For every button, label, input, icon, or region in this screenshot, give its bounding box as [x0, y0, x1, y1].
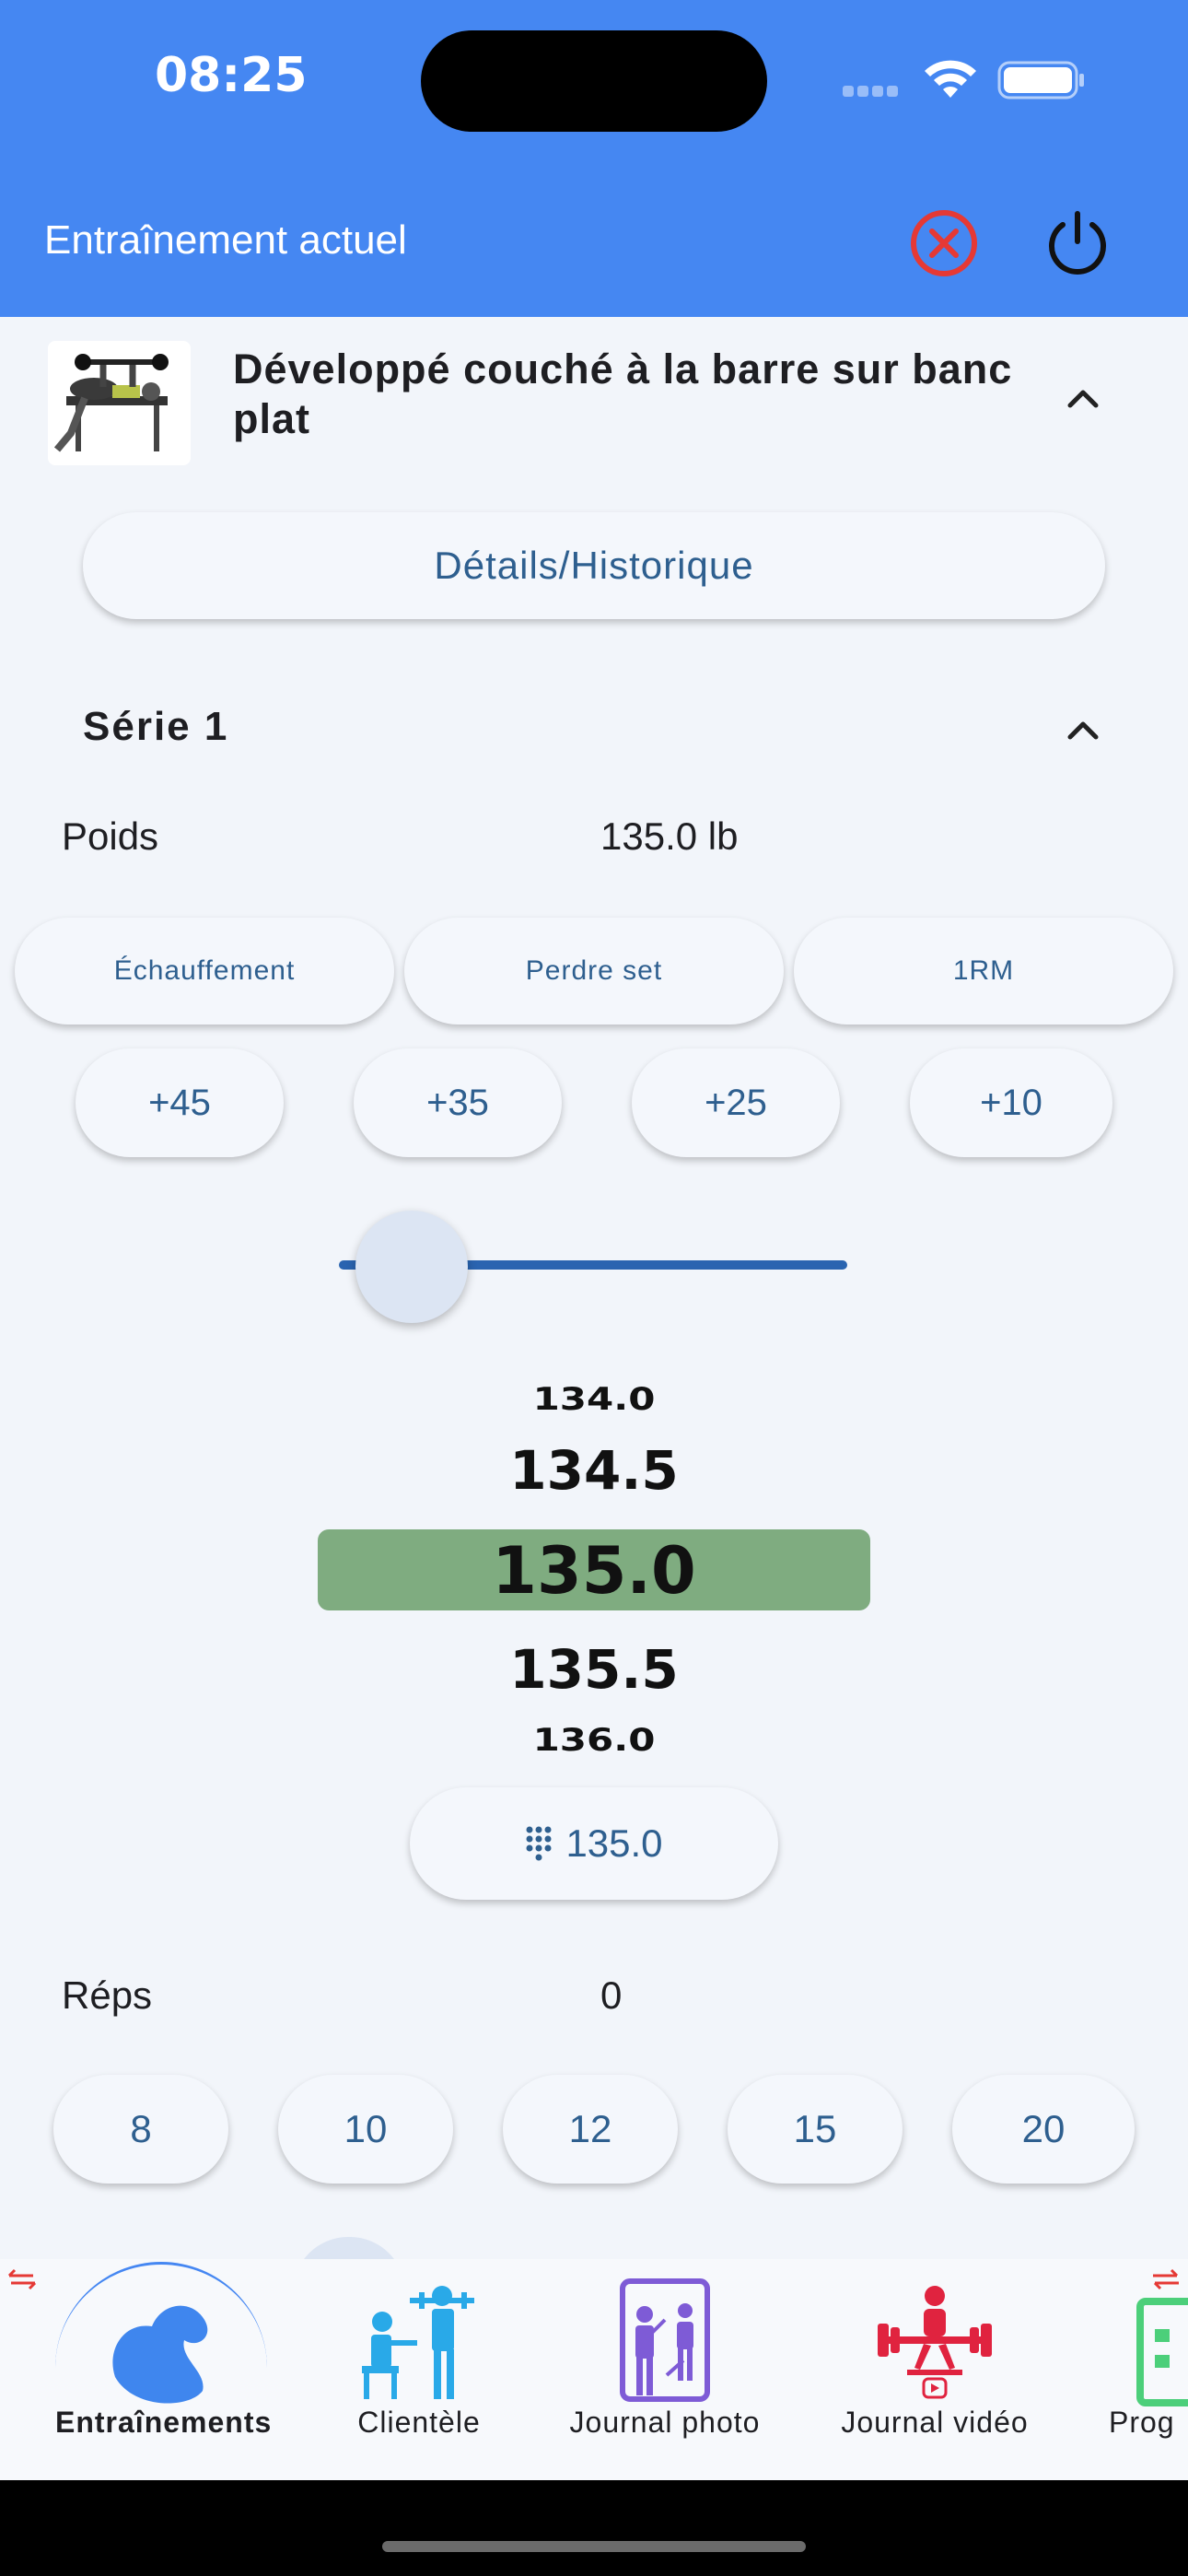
reps-8-button[interactable]: 8 [53, 2075, 228, 2184]
picker-option[interactable]: 135.5 [318, 1638, 870, 1701]
serie-title: Série 1 [83, 704, 229, 749]
cellular-signal-icon [843, 85, 907, 98]
chevron-up-icon[interactable] [1055, 370, 1111, 426]
mirror-selfie-icon [620, 2278, 710, 2402]
app-header: 08:25 Entraînement actuel [0, 0, 1188, 317]
picker-option-selected[interactable]: 135.0 [318, 1533, 870, 1609]
reps-10-button[interactable]: 10 [278, 2075, 453, 2184]
muscle-arm-icon [112, 2305, 208, 2404]
add-10-button[interactable]: +10 [910, 1048, 1112, 1157]
home-indicator-area [0, 2480, 1188, 2576]
scroll-left-icon [7, 2268, 37, 2290]
trainer-client-icon [362, 2286, 474, 2399]
nav-label-photo-journal: Journal photo [569, 2406, 761, 2439]
exercise-title: Développé couché à la barre sur banc pla… [233, 345, 1013, 442]
weight-label: Poids [62, 814, 159, 858]
weight-value: 135.0 lb [600, 814, 739, 858]
picker-option[interactable]: 134.5 [318, 1439, 870, 1502]
battery-icon [997, 61, 1084, 100]
program-icon [1136, 2298, 1188, 2406]
reps-12-button[interactable]: 12 [503, 2075, 678, 2184]
picker-option[interactable]: 136.0 [318, 1722, 870, 1758]
nav-label-clients: Clientèle [357, 2406, 481, 2439]
cancel-workout-icon[interactable] [907, 206, 981, 280]
weightlifter-video-icon [878, 2286, 992, 2399]
reps-value: 0 [600, 1973, 623, 2017]
add-25-button[interactable]: +25 [632, 1048, 840, 1157]
page-title: Entraînement actuel [44, 217, 407, 263]
status-time: 08:25 [155, 48, 308, 103]
chevron-up-icon[interactable] [1055, 702, 1111, 757]
add-45-button[interactable]: +45 [76, 1048, 284, 1157]
warmup-button[interactable]: Échauffement [15, 918, 394, 1025]
home-indicator[interactable] [382, 2541, 806, 2552]
nav-label-programs: Prog [1109, 2406, 1175, 2439]
picker-option[interactable]: 134.0 [318, 1381, 870, 1417]
nav-label-video-journal: Journal vidéo [841, 2406, 1029, 2439]
dynamic-island [421, 30, 767, 132]
drop-set-button[interactable]: Perdre set [404, 918, 784, 1025]
reps-15-button[interactable]: 15 [728, 2075, 903, 2184]
weight-slider-thumb[interactable] [355, 1211, 468, 1323]
details-history-button[interactable]: Détails/Historique [83, 512, 1105, 619]
add-35-button[interactable]: +35 [354, 1048, 562, 1157]
exercise-thumbnail [48, 341, 191, 465]
keypad-entry-button[interactable]: 135.0 [410, 1787, 778, 1900]
one-rm-button[interactable]: 1RM [794, 918, 1173, 1025]
keypad-icon [526, 1826, 552, 1861]
wifi-icon [925, 60, 976, 98]
nav-label-workouts: Entraînements [55, 2406, 273, 2439]
reps-label: Réps [62, 1973, 153, 2017]
reps-20-button[interactable]: 20 [952, 2075, 1135, 2184]
power-icon[interactable] [1041, 205, 1114, 278]
keypad-value: 135.0 [565, 1821, 663, 1865]
